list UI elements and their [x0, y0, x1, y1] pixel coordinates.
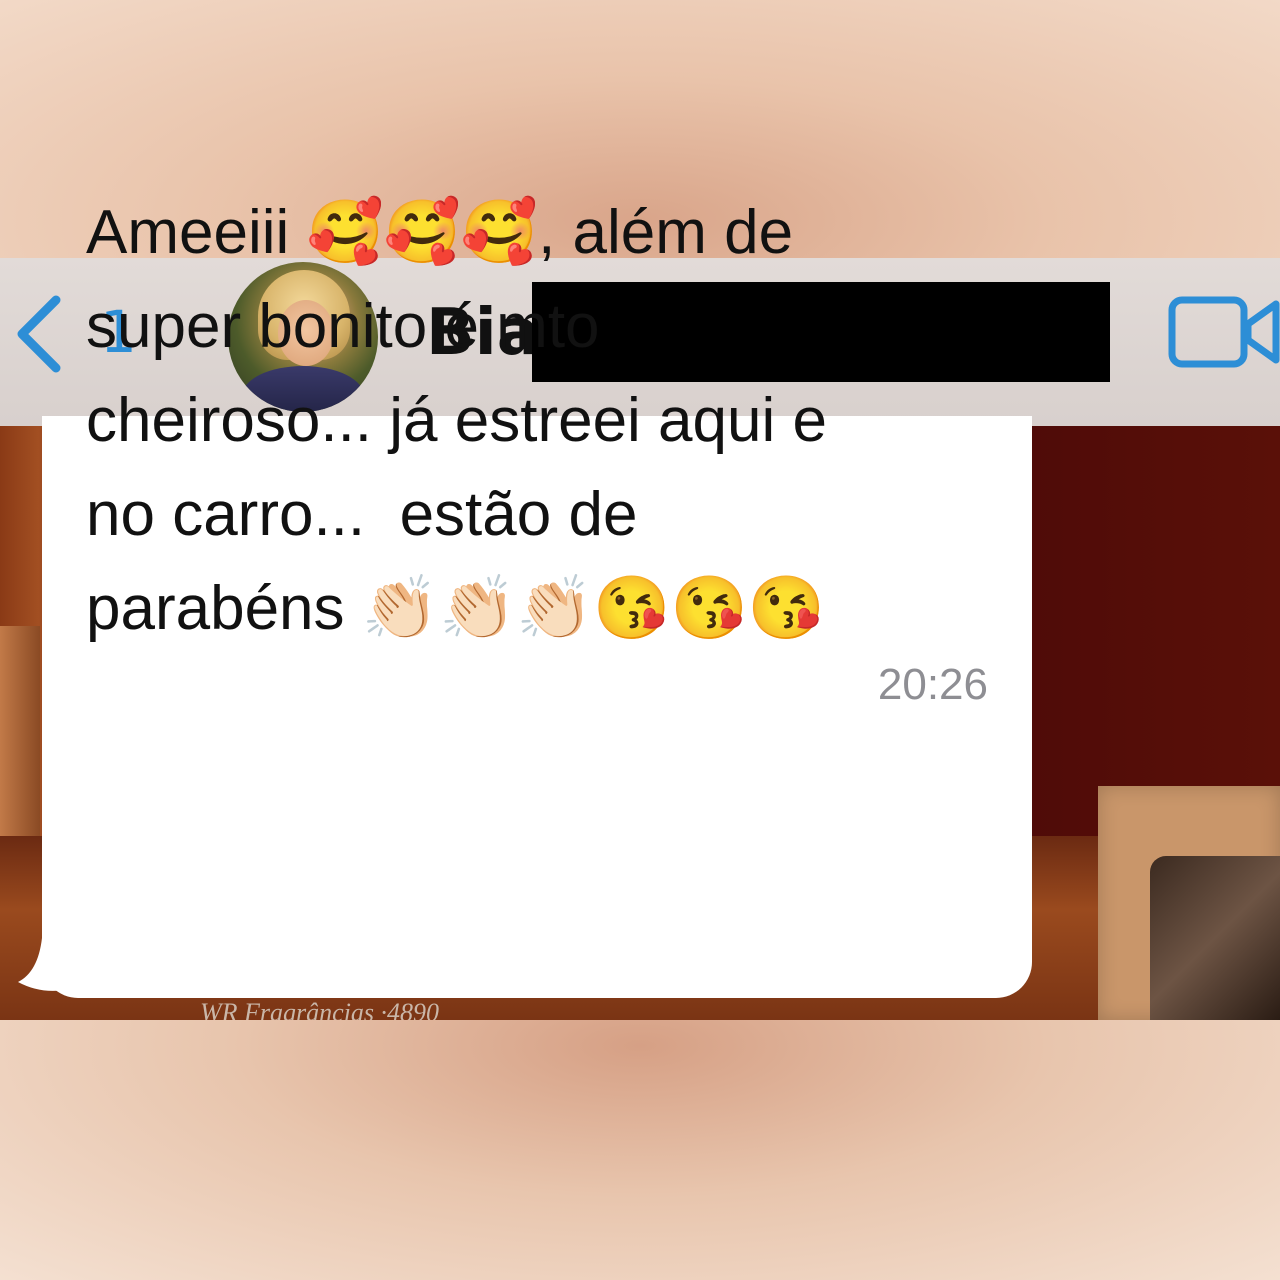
- message-text: Ameeiii 🥰🥰🥰, além de super bonito é mto …: [86, 198, 827, 643]
- wallpaper-watermark: WR Fragrâncias ·4890: [200, 998, 440, 1020]
- blurred-background-bottom: [0, 1020, 1280, 1280]
- wallpaper-perfume-bottle: [1150, 856, 1280, 1020]
- video-call-icon[interactable]: [1166, 292, 1280, 372]
- message-time: 20:26: [877, 660, 988, 709]
- back-chevron-icon[interactable]: [12, 294, 72, 374]
